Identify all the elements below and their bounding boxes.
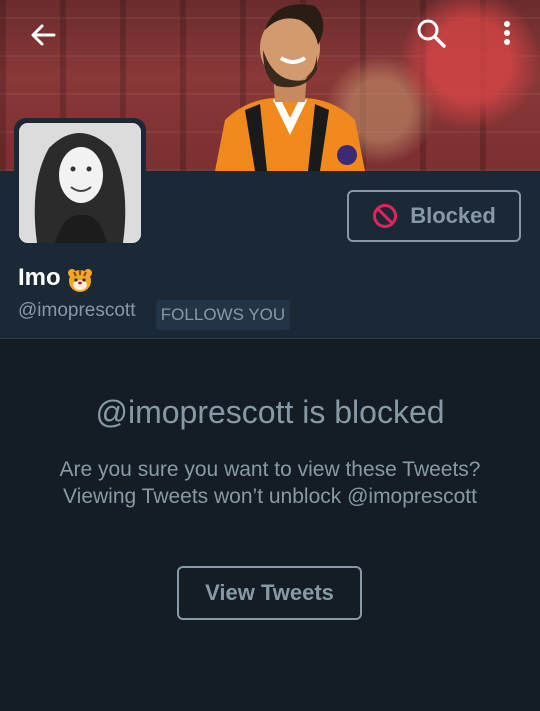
more-options-icon[interactable] (496, 16, 518, 50)
back-arrow-icon[interactable] (26, 18, 60, 52)
view-tweets-label: View Tweets (205, 580, 334, 605)
blocked-notice-message: Are you sure you want to view these Twee… (59, 458, 481, 508)
blocked-notice-title: @imoprescott is blocked (95, 394, 445, 430)
profile-handle: @imoprescott (18, 300, 136, 321)
avatar[interactable] (19, 123, 141, 243)
follows-you-badge: FOLLOWS YOU (156, 300, 290, 330)
avatar-frame (14, 118, 146, 248)
avatar-photo (19, 123, 141, 243)
tiger-face-emoji-icon (68, 269, 92, 292)
banner-player-figure (215, 4, 365, 171)
search-icon[interactable] (414, 16, 448, 50)
blocked-button[interactable]: Blocked (347, 190, 521, 242)
blocked-button-label: Blocked (410, 203, 496, 228)
section-divider (0, 338, 540, 339)
display-name: Imo (18, 264, 61, 291)
block-icon (373, 204, 398, 228)
view-tweets-button[interactable]: View Tweets (177, 566, 362, 620)
